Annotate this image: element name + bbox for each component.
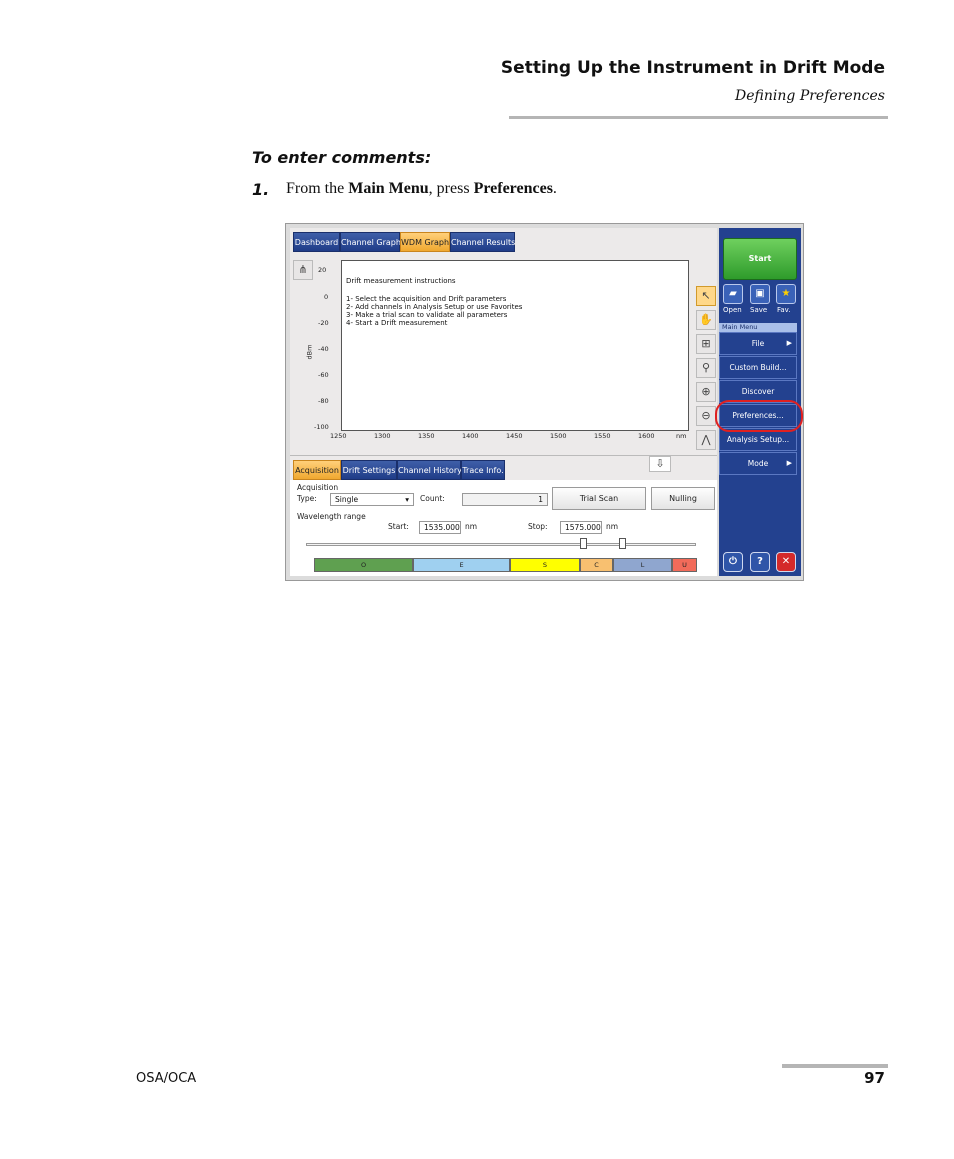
x-tick: 1550 [594,432,611,440]
section-subtitle: Defining Preferences [735,88,885,104]
zoom-icon[interactable]: ⚲ [696,358,716,378]
x-axis-unit: nm [676,432,687,440]
step-number: 1. [252,180,270,199]
favorite-star-icon[interactable]: ★ [776,284,796,304]
y-tick: 20 [318,266,327,274]
tab-wdm-graph[interactable]: WDM Graph [400,232,450,252]
tab-trace-info[interactable]: Trace Info. [461,460,505,480]
menu-file[interactable]: File ▶ [719,332,797,355]
instructions-title: Drift measurement instructions [346,277,456,285]
acquisition-label: Acquisition [297,483,339,492]
type-label: Type: [297,494,317,503]
x-tick: 1500 [550,432,567,440]
y-tick: 0 [324,293,329,301]
y-tick: -100 [314,423,329,431]
tab-acquisition[interactable]: Acquisition [293,460,341,480]
footer-rule [782,1064,888,1068]
save-label: Save [750,306,768,314]
pointer-icon[interactable]: ↖ [696,286,716,306]
zoom-in-icon[interactable]: ⊕ [696,382,716,402]
fav-label: Fav. [777,306,791,314]
close-icon[interactable]: ✕ [776,552,796,572]
band-u: U [672,558,697,572]
x-tick: 1600 [638,432,655,440]
band-l: L [613,558,672,572]
full-view-icon[interactable]: ⋀ [696,430,716,450]
band-c: C [580,558,613,572]
x-tick: 1400 [462,432,479,440]
header-rule [509,116,888,119]
open-label: Open [723,306,742,314]
range-slider-start-handle[interactable] [580,538,587,549]
stop-field[interactable]: 1575.000 [560,521,602,534]
open-folder-icon[interactable]: ▰ [723,284,743,304]
main-menu-ref: Main Menu [348,180,429,197]
preferences-ref: Preferences [473,180,553,197]
submenu-arrow-icon: ▶ [786,339,792,347]
y-tick: -80 [318,397,329,405]
wdm-graph-plot: Drift measurement instructions 1- Select… [341,260,689,431]
zoom-out-icon[interactable]: ⊖ [696,406,716,426]
tab-dashboard[interactable]: Dashboard [293,232,340,252]
band-e: E [413,558,510,572]
stop-unit: nm [606,522,619,531]
tab-channel-results[interactable]: Channel Results [450,232,515,252]
count-label: Count: [420,494,445,503]
main-area: Dashboard Channel Graph WDM Graph Channe… [290,228,717,576]
highlight-circle [715,400,803,432]
app-screenshot: Dashboard Channel Graph WDM Graph Channe… [285,223,804,581]
y-tick: -60 [318,371,329,379]
start-label: Start: [388,522,409,531]
y-axis-label: dBm [305,344,314,360]
submenu-arrow-icon: ▶ [786,459,792,467]
range-slider-track[interactable] [306,543,696,546]
trace-icon[interactable]: ⋔ [293,260,313,280]
power-icon[interactable]: ⏻ [723,552,743,572]
menu-mode[interactable]: Mode ▶ [719,452,797,475]
page-number: 97 [864,1069,885,1087]
procedure-title: To enter comments: [252,148,432,167]
collapse-arrow-icon[interactable]: ⇩ [649,456,671,472]
main-menu-header: Main Menu [719,323,797,332]
wavelength-range-label: Wavelength range [297,512,366,521]
stop-label: Stop: [528,522,548,531]
menu-custom-build[interactable]: Custom Build... [719,356,797,379]
count-field[interactable]: 1 [462,493,548,506]
y-tick: -40 [318,345,329,353]
instruction-line: 1- Select the acquisition and Drift para… [346,295,507,303]
band-s: S [510,558,580,572]
step-text: From the Main Menu, press Preferences. [286,180,557,197]
dropdown-icon: ▾ [405,495,409,504]
instruction-line: 3- Make a trial scan to validate all par… [346,311,508,319]
right-panel: Start ▰ ▣ ★ Open Save Fav. Main Menu Fil… [715,228,803,576]
instruction-line: 2- Add channels in Analysis Setup or use… [346,303,523,311]
help-icon[interactable]: ? [750,552,770,572]
save-disk-icon[interactable]: ▣ [750,284,770,304]
footer-product: OSA/OCA [136,1071,197,1086]
tab-channel-history[interactable]: Channel History [397,460,462,480]
x-tick: 1300 [374,432,391,440]
start-button[interactable]: Start [723,238,797,280]
instruction-line: 4- Start a Drift measurement [346,319,448,327]
tab-channel-graph[interactable]: Channel Graph [340,232,401,252]
section-title: Setting Up the Instrument in Drift Mode [500,58,885,78]
range-slider-stop-handle[interactable] [619,538,626,549]
start-field[interactable]: 1535.000 [419,521,461,534]
type-select[interactable]: Single ▾ [330,493,414,506]
zoom-area-icon[interactable]: ⊞ [696,334,716,354]
start-unit: nm [465,522,478,531]
tab-drift-settings[interactable]: Drift Settings [341,460,397,480]
x-tick: 1450 [506,432,523,440]
y-tick: -20 [318,319,329,327]
nulling-button[interactable]: Nulling [651,487,715,510]
x-tick: 1350 [418,432,435,440]
trial-scan-button[interactable]: Trial Scan [552,487,646,510]
hand-icon[interactable]: ✋ [696,310,716,330]
x-tick: 1250 [330,432,347,440]
band-o: O [314,558,413,572]
